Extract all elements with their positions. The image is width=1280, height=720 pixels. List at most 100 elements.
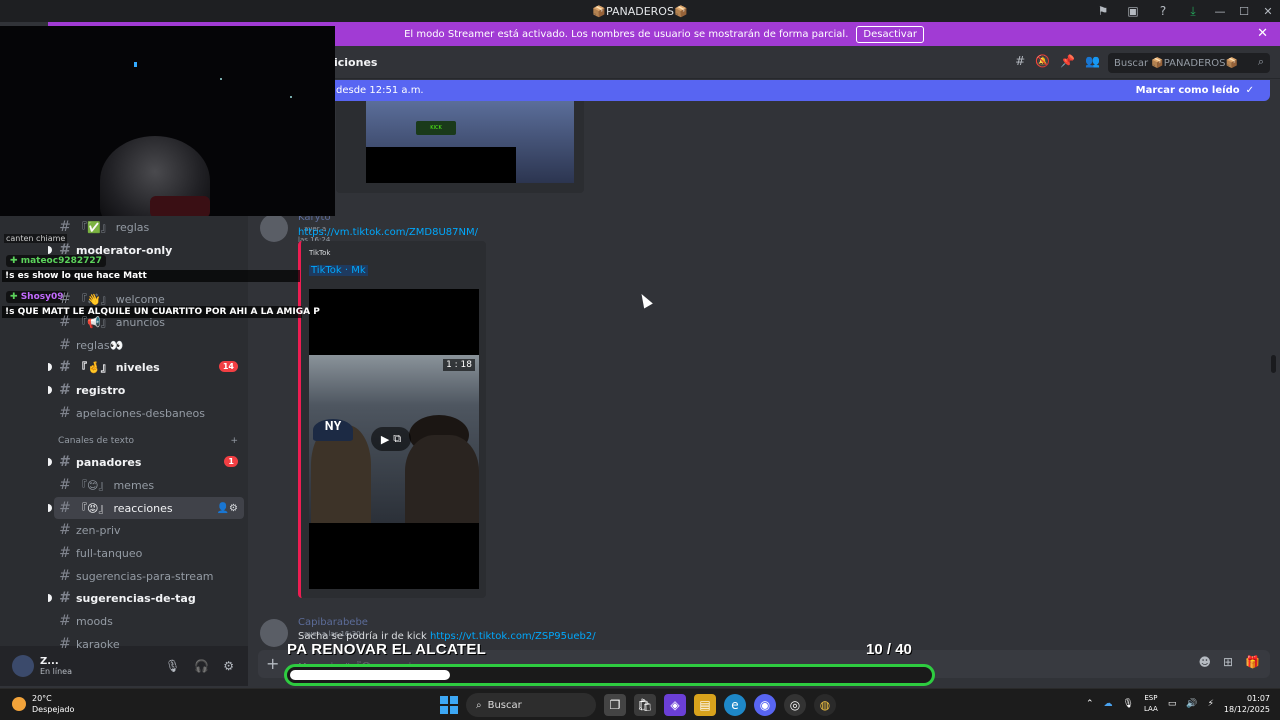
sidebar-channel[interactable]: # 『📢』 anuncios — [54, 311, 244, 333]
app-root: 📦PANADEROS📦 ⚑ ▣ ? ⤓ — ☐ ✕ El modo Stream… — [0, 0, 1280, 720]
channel-header: iciones # 🔕 📌 👥 Buscar 📦PANADEROS📦 ⌕ — [248, 46, 1280, 79]
channel-label: reglas — [115, 220, 150, 234]
message-author[interactable]: Capibarabebe — [298, 617, 368, 628]
message-avatar[interactable] — [260, 214, 288, 242]
add-channel-icon[interactable]: + — [230, 436, 238, 446]
inbox-icon[interactable]: ▣ — [1118, 0, 1148, 22]
battery-icon[interactable]: ⚡ — [1208, 699, 1214, 709]
attach-plus-icon[interactable]: + — [266, 654, 279, 673]
pin-icon[interactable]: 📌 — [1060, 54, 1075, 68]
scrollbar-thumb[interactable] — [1271, 355, 1276, 373]
apps-icon[interactable]: ⊞ — [1223, 655, 1233, 669]
channel-hash-icon: # — [59, 545, 71, 561]
channel-label: niveles — [115, 360, 160, 374]
mute-bell-icon[interactable]: 🔕 — [1035, 54, 1050, 68]
embed-provider[interactable]: TikTok — [309, 249, 330, 257]
download-icon[interactable]: ⤓ — [1178, 0, 1208, 22]
sidebar-channel[interactable]: # full-tanqueo — [54, 542, 244, 564]
channel-hash-icon: # — [59, 242, 71, 258]
title-bar-controls: ⚑ ▣ ? ⤓ — ☐ ✕ — [1088, 0, 1280, 22]
sidebar-channel[interactable]: # registro — [54, 379, 244, 401]
tray-chevron-icon[interactable]: ⌃ — [1086, 699, 1094, 709]
sidebar-channel[interactable]: # panadores 1 — [54, 451, 244, 473]
sidebar-channel[interactable]: # 『😊』 memes — [54, 474, 244, 496]
mark-as-read-button[interactable]: Marcar como leído ✓ — [1136, 85, 1254, 96]
clock-time: 01:07 — [1246, 694, 1270, 703]
title-bar: 📦PANADEROS📦 ⚑ ▣ ? ⤓ — ☐ ✕ — [0, 0, 1280, 22]
threads-icon[interactable]: # — [1015, 54, 1025, 68]
edge-icon[interactable]: e — [724, 694, 746, 716]
headphones-icon[interactable]: 🎧 — [194, 659, 209, 673]
language-indicator[interactable]: ESP LAA — [1144, 693, 1158, 715]
sidebar-channel[interactable]: # 『✅』 reglas — [54, 216, 244, 238]
sidebar-channel[interactable]: # zen-priv — [54, 519, 244, 541]
start-button[interactable] — [440, 696, 458, 714]
channel-prefix: 『👋』 — [76, 293, 112, 306]
weather-widget[interactable]: 20°C Despejado — [12, 693, 74, 715]
close-window-button[interactable]: ✕ — [1256, 0, 1280, 22]
onedrive-icon[interactable]: ☁ — [1104, 699, 1113, 709]
file-explorer-icon[interactable]: ▤ — [694, 694, 716, 716]
members-icon[interactable]: 👥 — [1085, 54, 1100, 68]
streamer-mask — [150, 196, 210, 216]
embed-video[interactable]: 𝐍𝐘 1 : 18 ▶ ⧉ — [309, 289, 479, 589]
goal-current: 10 — [866, 641, 883, 658]
user-name: Z... — [40, 656, 59, 667]
sidebar-channel[interactable]: # karaoke — [54, 633, 244, 655]
sidebar-channel[interactable]: # apelaciones-desbaneos — [54, 402, 244, 424]
channel-label: memes — [113, 478, 155, 492]
channel-prefix: 『📢』 — [76, 316, 112, 329]
new-messages-bar[interactable]: desde 12:51 a.m. Marcar como leído ✓ — [320, 80, 1270, 101]
sidebar-channel[interactable]: # moderator-only — [54, 239, 244, 261]
language-bottom: LAA — [1143, 705, 1158, 713]
mic-tray-icon[interactable]: 🎙 — [1123, 699, 1134, 709]
search-input[interactable]: Buscar 📦PANADEROS📦 ⌕ — [1108, 53, 1270, 73]
video-frame: 𝐍𝐘 1 : 18 ▶ ⧉ — [309, 355, 479, 523]
previous-embed[interactable]: KICK — [336, 101, 584, 193]
channel-hash-icon: # — [59, 500, 71, 516]
chrome-icon[interactable]: ◍ — [814, 694, 836, 716]
obs-icon[interactable]: ◎ — [784, 694, 806, 716]
close-banner-icon[interactable]: ✕ — [1257, 26, 1268, 41]
settings-gear-icon[interactable]: ⚙ — [223, 659, 234, 673]
category-text-channels[interactable]: Canales de texto + — [58, 436, 238, 446]
copilot-icon[interactable]: ◈ — [664, 694, 686, 716]
message-link[interactable]: https://vm.tiktok.com/ZMD8U87NM/ — [298, 227, 478, 238]
gift-icon[interactable]: 🎁 — [1245, 655, 1260, 669]
maximize-button[interactable]: ☐ — [1232, 0, 1256, 22]
minimize-button[interactable]: — — [1208, 0, 1232, 22]
sidebar-channel[interactable]: # reglas👀 — [54, 334, 244, 356]
mention-badge: 14 — [218, 361, 238, 372]
window-title: 📦PANADEROS📦 — [592, 4, 688, 18]
sidebar-channel[interactable]: # moods — [54, 610, 244, 632]
sidebar-channel[interactable]: # sugerencias-para-stream — [54, 565, 244, 587]
cam-light — [290, 96, 292, 98]
user-status: En línea — [40, 667, 73, 676]
sidebar-channel[interactable]: # 『👋』 welcome — [54, 288, 244, 310]
clock-date: 18/12/2025 — [1223, 705, 1270, 714]
gif-icon[interactable]: ☻ — [1198, 655, 1211, 669]
volume-icon[interactable]: 🔊 — [1186, 699, 1197, 709]
network-icon[interactable]: ▭ — [1168, 699, 1177, 709]
channel-hash-icon: # — [59, 522, 71, 538]
discord-icon[interactable]: ◉ — [754, 694, 776, 716]
channel-hash-icon: # — [59, 359, 71, 375]
user-avatar[interactable] — [12, 655, 34, 677]
store-icon[interactable]: 🛍 — [634, 694, 656, 716]
sidebar-channel[interactable]: # 『🤞』 niveles 14 — [54, 356, 244, 378]
channel-settings-icon[interactable]: 👤⚙ — [217, 503, 238, 514]
help-icon[interactable]: ? — [1148, 0, 1178, 22]
taskbar-search[interactable]: ⌕ Buscar — [466, 693, 596, 717]
message-avatar[interactable] — [260, 619, 288, 647]
deactivate-streamer-button[interactable]: Desactivar — [856, 25, 924, 43]
sidebar-channel[interactable]: # sugerencias-de-tag — [54, 587, 244, 609]
channel-hash-icon: # — [59, 454, 71, 470]
sidebar-channel[interactable]: # 『😡』 reacciones 👤⚙ — [54, 497, 244, 519]
flag-icon[interactable]: ⚑ — [1088, 0, 1118, 22]
clock[interactable]: 01:07 18/12/2025 — [1224, 693, 1270, 715]
play-button[interactable]: ▶ ⧉ — [371, 427, 411, 451]
microphone-icon[interactable]: 🎙 — [165, 659, 180, 673]
task-view-icon[interactable]: ❐ — [604, 694, 626, 716]
embed-title[interactable]: TikTok · Mk — [309, 265, 368, 276]
streamer-mode-text: El modo Streamer está activado. Los nomb… — [404, 28, 849, 40]
